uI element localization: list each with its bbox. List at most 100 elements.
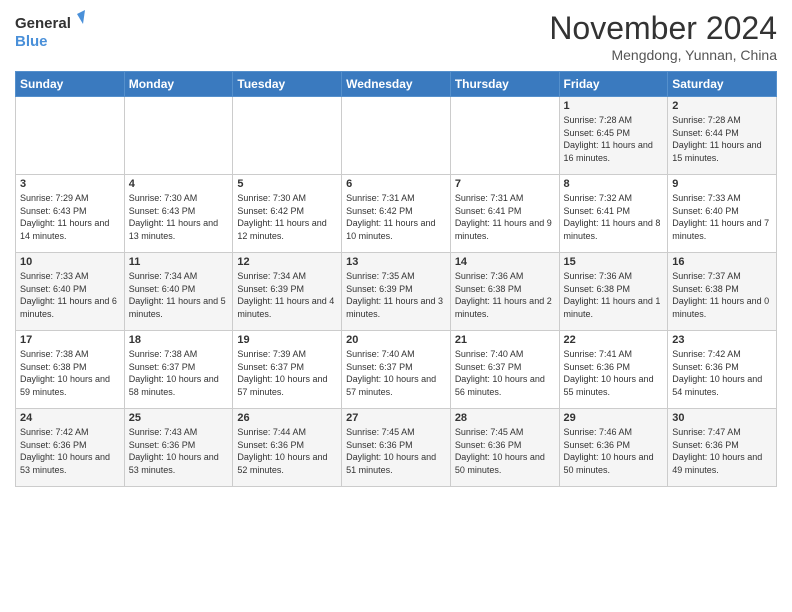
weekday-header: Sunday (16, 72, 125, 97)
day-info: Sunrise: 7:33 AMSunset: 6:40 PMDaylight:… (20, 270, 120, 320)
day-info: Sunrise: 7:30 AMSunset: 6:42 PMDaylight:… (237, 192, 337, 242)
calendar-week-row: 17 Sunrise: 7:38 AMSunset: 6:38 PMDayligh… (16, 331, 777, 409)
day-number: 15 (564, 256, 664, 268)
day-number: 21 (455, 334, 555, 346)
day-number: 22 (564, 334, 664, 346)
day-number: 9 (672, 178, 772, 190)
subtitle: Mengdong, Yunnan, China (549, 47, 777, 63)
calendar-week-row: 24 Sunrise: 7:42 AMSunset: 6:36 PMDayligh… (16, 409, 777, 487)
day-number: 5 (237, 178, 337, 190)
day-number: 2 (672, 100, 772, 112)
calendar-cell: 30 Sunrise: 7:47 AMSunset: 6:36 PMDayligh… (668, 409, 777, 487)
calendar-week-row: 1Sunrise: 7:28 AMSunset: 6:45 PMDaylight… (16, 97, 777, 175)
day-number: 27 (346, 412, 446, 424)
calendar-table: SundayMondayTuesdayWednesdayThursdayFrid… (15, 71, 777, 487)
day-number: 14 (455, 256, 555, 268)
day-info: Sunrise: 7:45 AMSunset: 6:36 PMDaylight:… (455, 426, 555, 476)
calendar-cell: 14 Sunrise: 7:36 AMSunset: 6:38 PMDayligh… (450, 253, 559, 331)
calendar-cell: 6 Sunrise: 7:31 AMSunset: 6:42 PMDaylight… (342, 175, 451, 253)
day-info: Sunrise: 7:46 AMSunset: 6:36 PMDaylight:… (564, 426, 664, 476)
day-number: 8 (564, 178, 664, 190)
calendar-cell: 4Sunrise: 7:30 AMSunset: 6:43 PMDaylight… (124, 175, 233, 253)
day-info: Sunrise: 7:43 AMSunset: 6:36 PMDaylight:… (129, 426, 229, 476)
day-number: 12 (237, 256, 337, 268)
day-info: Sunrise: 7:40 AMSunset: 6:37 PMDaylight:… (346, 348, 446, 398)
calendar-cell: 10 Sunrise: 7:33 AMSunset: 6:40 PMDayligh… (16, 253, 125, 331)
calendar-cell: 27 Sunrise: 7:45 AMSunset: 6:36 PMDayligh… (342, 409, 451, 487)
calendar-cell: 8 Sunrise: 7:32 AMSunset: 6:41 PMDaylight… (559, 175, 668, 253)
day-info: Sunrise: 7:34 AMSunset: 6:40 PMDaylight:… (129, 270, 229, 320)
calendar-cell: 16 Sunrise: 7:37 AMSunset: 6:38 PMDayligh… (668, 253, 777, 331)
day-number: 10 (20, 256, 120, 268)
day-info: Sunrise: 7:40 AMSunset: 6:37 PMDaylight:… (455, 348, 555, 398)
calendar-cell: 25 Sunrise: 7:43 AMSunset: 6:36 PMDayligh… (124, 409, 233, 487)
calendar-cell: 23 Sunrise: 7:42 AMSunset: 6:36 PMDayligh… (668, 331, 777, 409)
weekday-header: Thursday (450, 72, 559, 97)
logo: General Blue (15, 10, 85, 55)
day-number: 17 (20, 334, 120, 346)
calendar-cell: 24 Sunrise: 7:42 AMSunset: 6:36 PMDayligh… (16, 409, 125, 487)
day-info: Sunrise: 7:42 AMSunset: 6:36 PMDaylight:… (672, 348, 772, 398)
calendar-cell: 26 Sunrise: 7:44 AMSunset: 6:36 PMDayligh… (233, 409, 342, 487)
day-info: Sunrise: 7:32 AMSunset: 6:41 PMDaylight:… (564, 192, 664, 242)
svg-text:Blue: Blue (15, 33, 48, 50)
svg-text:General: General (15, 15, 71, 32)
calendar-cell: 11 Sunrise: 7:34 AMSunset: 6:40 PMDayligh… (124, 253, 233, 331)
page-container: General Blue November 2024 Mengdong, Yun… (0, 0, 792, 497)
weekday-header: Saturday (668, 72, 777, 97)
day-number: 24 (20, 412, 120, 424)
header: General Blue November 2024 Mengdong, Yun… (15, 10, 777, 63)
calendar-cell: 9 Sunrise: 7:33 AMSunset: 6:40 PMDaylight… (668, 175, 777, 253)
day-number: 23 (672, 334, 772, 346)
logo-svg: General Blue (15, 10, 85, 55)
day-info: Sunrise: 7:36 AMSunset: 6:38 PMDaylight:… (564, 270, 664, 320)
day-info: Sunrise: 7:31 AMSunset: 6:41 PMDaylight:… (455, 192, 555, 242)
day-number: 16 (672, 256, 772, 268)
calendar-cell (233, 97, 342, 175)
month-title: November 2024 (549, 10, 777, 47)
weekday-header-row: SundayMondayTuesdayWednesdayThursdayFrid… (16, 72, 777, 97)
weekday-header: Wednesday (342, 72, 451, 97)
day-info: Sunrise: 7:39 AMSunset: 6:37 PMDaylight:… (237, 348, 337, 398)
title-area: November 2024 Mengdong, Yunnan, China (549, 10, 777, 63)
day-number: 26 (237, 412, 337, 424)
day-info: Sunrise: 7:36 AMSunset: 6:38 PMDaylight:… (455, 270, 555, 320)
calendar-cell: 7 Sunrise: 7:31 AMSunset: 6:41 PMDaylight… (450, 175, 559, 253)
calendar-week-row: 10 Sunrise: 7:33 AMSunset: 6:40 PMDayligh… (16, 253, 777, 331)
calendar-cell: 22 Sunrise: 7:41 AMSunset: 6:36 PMDayligh… (559, 331, 668, 409)
day-info: Sunrise: 7:41 AMSunset: 6:36 PMDaylight:… (564, 348, 664, 398)
day-number: 11 (129, 256, 229, 268)
day-number: 29 (564, 412, 664, 424)
calendar-cell: 12 Sunrise: 7:34 AMSunset: 6:39 PMDayligh… (233, 253, 342, 331)
day-info: Sunrise: 7:42 AMSunset: 6:36 PMDaylight:… (20, 426, 120, 476)
day-number: 6 (346, 178, 446, 190)
calendar-cell: 20Sunrise: 7:40 AMSunset: 6:37 PMDayligh… (342, 331, 451, 409)
day-number: 19 (237, 334, 337, 346)
day-number: 13 (346, 256, 446, 268)
weekday-header: Friday (559, 72, 668, 97)
day-info: Sunrise: 7:45 AMSunset: 6:36 PMDaylight:… (346, 426, 446, 476)
day-number: 1 (564, 100, 664, 112)
calendar-cell: 2 Sunrise: 7:28 AMSunset: 6:44 PMDaylight… (668, 97, 777, 175)
day-info: Sunrise: 7:38 AMSunset: 6:37 PMDaylight:… (129, 348, 229, 398)
day-info: Sunrise: 7:44 AMSunset: 6:36 PMDaylight:… (237, 426, 337, 476)
day-number: 7 (455, 178, 555, 190)
calendar-cell: 29 Sunrise: 7:46 AMSunset: 6:36 PMDayligh… (559, 409, 668, 487)
calendar-cell: 5 Sunrise: 7:30 AMSunset: 6:42 PMDaylight… (233, 175, 342, 253)
day-info: Sunrise: 7:33 AMSunset: 6:40 PMDaylight:… (672, 192, 772, 242)
day-info: Sunrise: 7:47 AMSunset: 6:36 PMDaylight:… (672, 426, 772, 476)
day-info: Sunrise: 7:37 AMSunset: 6:38 PMDaylight:… (672, 270, 772, 320)
day-number: 30 (672, 412, 772, 424)
calendar-cell (16, 97, 125, 175)
day-info: Sunrise: 7:31 AMSunset: 6:42 PMDaylight:… (346, 192, 446, 242)
calendar-cell: 13Sunrise: 7:35 AMSunset: 6:39 PMDayligh… (342, 253, 451, 331)
calendar-cell: 17 Sunrise: 7:38 AMSunset: 6:38 PMDayligh… (16, 331, 125, 409)
day-number: 28 (455, 412, 555, 424)
day-number: 25 (129, 412, 229, 424)
day-info: Sunrise: 7:28 AMSunset: 6:44 PMDaylight:… (672, 114, 772, 164)
day-info: Sunrise: 7:34 AMSunset: 6:39 PMDaylight:… (237, 270, 337, 320)
day-info: Sunrise: 7:38 AMSunset: 6:38 PMDaylight:… (20, 348, 120, 398)
calendar-week-row: 3Sunrise: 7:29 AMSunset: 6:43 PMDaylight… (16, 175, 777, 253)
weekday-header: Tuesday (233, 72, 342, 97)
day-info: Sunrise: 7:29 AMSunset: 6:43 PMDaylight:… (20, 192, 120, 242)
